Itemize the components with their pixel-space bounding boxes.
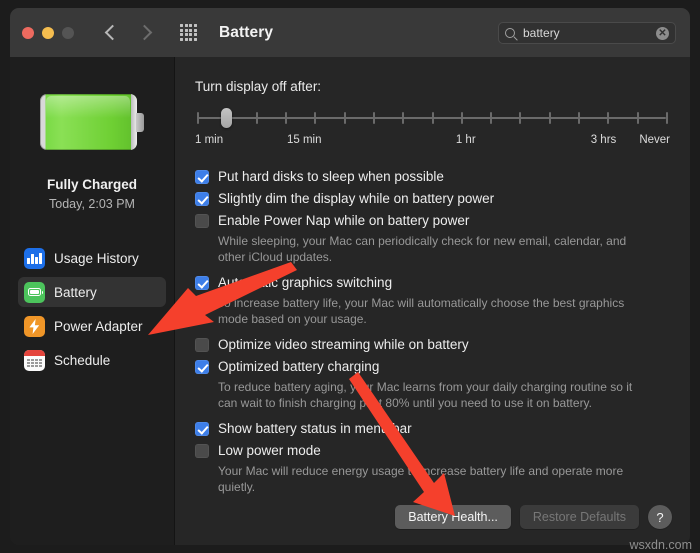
slider-knob[interactable] <box>221 108 233 128</box>
schedule-icon <box>24 349 45 371</box>
slider-tick <box>548 112 551 124</box>
battery-health-button[interactable]: Battery Health... <box>395 505 511 529</box>
power-adapter-icon <box>24 315 45 337</box>
checkbox-checked[interactable] <box>195 422 209 436</box>
sidebar-item-label: Usage History <box>54 250 139 266</box>
slider-tick <box>519 112 522 124</box>
slider-tick <box>578 112 581 124</box>
sidebar-item-label: Schedule <box>54 352 111 368</box>
back-chevron-icon[interactable] <box>104 23 118 43</box>
slider-tick-label: 3 hrs <box>590 134 617 146</box>
slider-tick-label: 1 min <box>195 134 224 146</box>
checkbox-unchecked[interactable] <box>195 444 209 458</box>
lightning-bolt-glyph <box>29 318 40 334</box>
checkbox-checked[interactable] <box>195 192 209 206</box>
option-row[interactable]: Low power mode <box>195 442 670 460</box>
option-row[interactable]: Enable Power Nap while on battery power <box>195 212 670 230</box>
search-input[interactable]: battery <box>523 26 656 40</box>
footer-buttons: Battery Health... Restore Defaults ? <box>395 505 672 529</box>
option-description: To reduce battery aging, your Mac learns… <box>218 380 633 410</box>
slider-tick <box>372 112 375 124</box>
search-icon <box>505 28 515 38</box>
option-label: Optimize video streaming while on batter… <box>218 337 469 352</box>
checkbox-unchecked[interactable] <box>195 214 209 228</box>
slider-tick <box>343 112 346 124</box>
window-controls <box>22 26 74 39</box>
sidebar-item-schedule[interactable]: Schedule <box>18 345 166 375</box>
charge-status-time: Today, 2:03 PM <box>49 197 135 211</box>
page-title: Battery <box>219 23 274 41</box>
slider-tick <box>666 112 668 124</box>
checkbox-checked[interactable] <box>195 170 209 184</box>
option-row[interactable]: Optimized battery charging <box>195 358 670 376</box>
slider-tick <box>255 112 258 124</box>
help-button[interactable]: ? <box>648 505 672 529</box>
battery-icon <box>24 281 45 303</box>
option-row[interactable]: Put hard disks to sleep when possible <box>195 168 670 186</box>
slider-tick <box>460 112 463 124</box>
watermark: wsxdn.com <box>629 538 692 552</box>
option-label: Automatic graphics switching <box>218 275 393 290</box>
slider-tick <box>197 112 199 124</box>
slider-tick-label: 1 hr <box>455 134 476 146</box>
slider-tick-label: 15 min <box>286 134 322 146</box>
sidebar-item-usage-history[interactable]: Usage History <box>18 243 166 273</box>
option-row[interactable]: Optimize video streaming while on batter… <box>195 336 670 354</box>
sidebar-nav-list: Usage History Battery Power Adapter Sche… <box>10 243 174 375</box>
option-row[interactable]: Automatic graphics switching <box>195 274 670 292</box>
usage-history-icon <box>24 247 45 269</box>
checkbox-unchecked[interactable] <box>195 338 209 352</box>
zoom-button <box>62 26 74 39</box>
option-label: Enable Power Nap while on battery power <box>218 213 470 228</box>
slider-tick-label: Never <box>639 134 670 146</box>
minimize-button[interactable] <box>42 26 54 39</box>
checkbox-checked[interactable] <box>195 276 209 290</box>
search-field[interactable]: battery ✕ <box>498 22 676 44</box>
option-label: Slightly dim the display while on batter… <box>218 191 495 206</box>
sidebar-item-label: Battery <box>54 284 97 300</box>
slider-label: Turn display off after: <box>195 79 322 94</box>
sidebar-item-battery[interactable]: Battery <box>18 277 166 307</box>
navigation-buttons <box>104 23 152 43</box>
slider-tick <box>431 112 434 124</box>
option-description: While sleeping, your Mac can periodicall… <box>218 234 627 264</box>
restore-defaults-button: Restore Defaults <box>519 505 639 529</box>
slider-tick <box>607 112 610 124</box>
option-description: Your Mac will reduce energy usage to inc… <box>218 464 624 494</box>
window-body: Fully Charged Today, 2:03 PM Usage Histo… <box>10 57 690 545</box>
option-row[interactable]: Slightly dim the display while on batter… <box>195 190 670 208</box>
window-titlebar: Battery battery ✕ <box>10 8 690 57</box>
checkbox-checked[interactable] <box>195 360 209 374</box>
slider-tick <box>284 112 287 124</box>
slider-tick <box>314 112 317 124</box>
slider-tick <box>490 112 493 124</box>
show-all-grid-icon[interactable] <box>180 24 197 41</box>
clear-search-icon[interactable]: ✕ <box>656 26 669 40</box>
option-description: To increase battery life, your Mac will … <box>218 296 625 326</box>
option-row[interactable]: Show battery status in menu bar <box>195 420 670 438</box>
forward-chevron-icon <box>138 23 152 43</box>
battery-full-icon <box>40 94 144 150</box>
display-sleep-slider[interactable] <box>197 108 668 128</box>
options-list: Put hard disks to sleep when possible Sli… <box>195 168 670 495</box>
sidebar-item-power-adapter[interactable]: Power Adapter <box>18 311 166 341</box>
slider-tick-labels: 1 min 15 min 1 hr 3 hrs Never <box>195 134 670 152</box>
slider-ticks <box>197 112 668 124</box>
charge-status: Fully Charged <box>46 177 137 192</box>
sidebar: Fully Charged Today, 2:03 PM Usage Histo… <box>10 57 175 545</box>
option-label: Low power mode <box>218 443 321 458</box>
close-button[interactable] <box>22 26 34 39</box>
slider-tick <box>636 112 639 124</box>
option-label: Show battery status in menu bar <box>218 421 412 436</box>
slider-tick <box>402 112 405 124</box>
system-preferences-window: Battery battery ✕ Fully Charged Today, 2… <box>10 8 690 545</box>
option-label: Optimized battery charging <box>218 359 380 374</box>
sidebar-item-label: Power Adapter <box>54 318 143 334</box>
option-label: Put hard disks to sleep when possible <box>218 169 444 184</box>
main-pane: Turn display off after: 1 min 15 min 1 hr 3… <box>175 57 690 545</box>
